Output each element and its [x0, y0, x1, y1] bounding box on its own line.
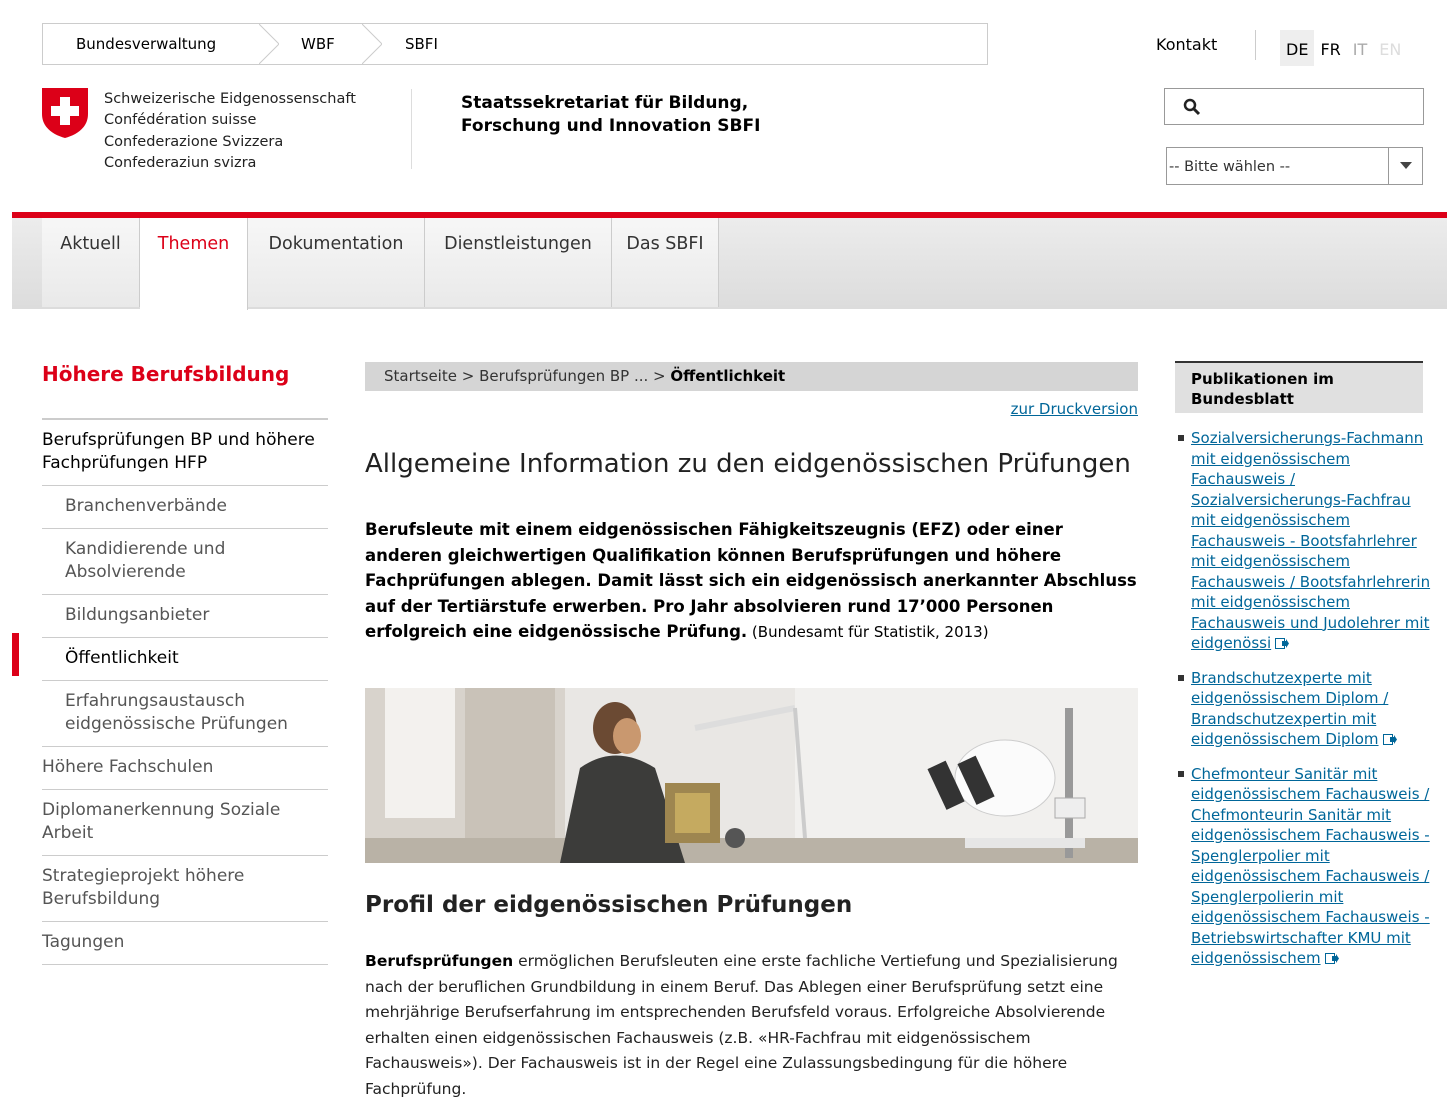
- body-paragraph: Berufsprüfungen ermöglichen Berufsleuten…: [365, 949, 1140, 1102]
- publications-header: Publikationen im Bundesblatt: [1175, 361, 1423, 413]
- list-item: Brandschutzexperte mit eidgenössischem D…: [1178, 668, 1438, 750]
- confederation-names: Schweizerische Eidgenossenschaft Confédé…: [104, 89, 356, 174]
- lang-fr[interactable]: FR: [1314, 30, 1346, 66]
- publication-link[interactable]: Sozialversicherungs-Fachmann mit eidgenö…: [1191, 429, 1430, 652]
- publications-list: Sozialversicherungs-Fachmann mit eidgenö…: [1178, 428, 1438, 983]
- tab-das-sbfi[interactable]: Das SBFI: [612, 218, 719, 307]
- chevron-down-icon[interactable]: [1388, 148, 1422, 184]
- section-title: Profil der eidgenössischen Prüfungen: [365, 892, 853, 918]
- kontakt-link[interactable]: Kontakt: [1156, 35, 1217, 54]
- confed-line: Confederazione Svizzera: [104, 133, 284, 150]
- confed-line: Schweizerische Eidgenossenschaft: [104, 91, 356, 107]
- sidebar-item-erfahrungsaustausch[interactable]: Erfahrungsaustausch eidgenössische Prüfu…: [42, 681, 328, 747]
- list-item: Sozialversicherungs-Fachmann mit eidgenö…: [1178, 428, 1438, 654]
- breadcrumb-label[interactable]: WBF: [301, 35, 335, 53]
- external-link-icon[interactable]: [1275, 638, 1290, 649]
- para-bold: Berufsprüfungen: [365, 952, 514, 970]
- lead-paragraph: Berufsleute mit einem eidgenössischen Fä…: [365, 517, 1140, 646]
- sidebar-item-berufspruefungen[interactable]: Berufsprüfungen BP und höhere Fachprüfun…: [42, 420, 328, 486]
- sidebar-item-strategieprojekt[interactable]: Strategieprojekt höhere Berufsbildung: [42, 856, 328, 922]
- lang-en[interactable]: EN: [1373, 30, 1407, 66]
- lang-de[interactable]: DE: [1280, 30, 1315, 66]
- topic-select[interactable]: -- Bitte wählen --: [1166, 147, 1423, 185]
- breadcrumb-label[interactable]: Bundesverwaltung: [76, 35, 216, 53]
- language-switcher: DE FR IT EN: [1280, 30, 1407, 66]
- breadcrumb-separator-icon: [362, 24, 382, 64]
- page-breadcrumb: Startseite > Berufsprüfungen BP ... > Öf…: [365, 362, 1138, 391]
- sidebar-item-branchenverbaende[interactable]: Branchenverbände: [42, 486, 328, 529]
- sidebar-item-tagungen[interactable]: Tagungen: [42, 922, 328, 965]
- para-text: ermöglichen Berufsleuten eine erste fach…: [365, 952, 1118, 1098]
- select-value[interactable]: -- Bitte wählen --: [1169, 159, 1290, 175]
- publication-link[interactable]: Brandschutzexperte mit eidgenössischem D…: [1191, 669, 1388, 749]
- external-link-icon[interactable]: [1382, 734, 1397, 745]
- swiss-coat-of-arms-icon[interactable]: [42, 88, 88, 138]
- tab-dienstleistungen[interactable]: Dienstleistungen: [425, 218, 612, 307]
- sidebar-item-oeffentlichkeit[interactable]: Öffentlichkeit: [42, 638, 328, 681]
- breadcrumb-item-sbfi[interactable]: SBFI: [382, 24, 438, 64]
- sidebar-nav: Berufsprüfungen BP und höhere Fachprüfun…: [42, 418, 328, 965]
- breadcrumb-label[interactable]: SBFI: [405, 35, 438, 53]
- sidebar-item-diplomanerkennung[interactable]: Diplomanerkennung Soziale Arbeit: [42, 790, 328, 856]
- divider: [1255, 30, 1256, 60]
- divider: [411, 89, 412, 169]
- sidebar-item-hoehere-fachschulen[interactable]: Höhere Fachschulen: [42, 747, 328, 790]
- external-link-icon[interactable]: [1324, 953, 1339, 964]
- current-item-marker: [12, 633, 19, 676]
- tab-dokumentation[interactable]: Dokumentation: [248, 218, 425, 307]
- search-input[interactable]: [1164, 88, 1424, 125]
- dept-line: Forschung und Innovation SBFI: [461, 116, 761, 136]
- search-icon[interactable]: [1183, 98, 1201, 116]
- tab-aktuell[interactable]: Aktuell: [42, 218, 140, 307]
- workshop-photo: [365, 688, 1138, 863]
- confed-line: Confederaziun svizra: [104, 154, 257, 171]
- confed-line: Confédération suisse: [104, 112, 257, 129]
- page-title: Allgemeine Information zu den eidgenössi…: [365, 449, 1131, 479]
- breadcrumb-separator-icon: [259, 24, 279, 64]
- lead-source: (Bundesamt für Statistik, 2013): [747, 623, 989, 641]
- breadcrumb-item-wbf[interactable]: WBF: [279, 24, 382, 64]
- tab-themen[interactable]: Themen: [140, 218, 248, 310]
- sidebar-item-bildungsanbieter[interactable]: Bildungsanbieter: [42, 595, 328, 638]
- sidebar-title: Höhere Berufsbildung: [42, 362, 290, 386]
- breadcrumb-current: Öffentlichkeit: [670, 367, 786, 385]
- list-item: Chefmonteur Sanitär mit eidgenössischem …: [1178, 764, 1438, 969]
- lang-it[interactable]: IT: [1347, 30, 1374, 66]
- top-breadcrumb: Bundesverwaltung WBF SBFI: [42, 23, 988, 65]
- breadcrumb-path[interactable]: Startseite > Berufsprüfungen BP ... >: [384, 367, 670, 385]
- department-name: Staatssekretariat für Bildung, Forschung…: [461, 92, 760, 138]
- print-version-link[interactable]: zur Druckversion: [1011, 400, 1138, 418]
- breadcrumb-item-bundesverwaltung[interactable]: Bundesverwaltung: [43, 24, 279, 64]
- publication-link[interactable]: Chefmonteur Sanitär mit eidgenössischem …: [1191, 765, 1430, 968]
- sidebar-item-kandidierende[interactable]: Kandidierende und Absolvierende: [42, 529, 328, 595]
- dept-line: Staatssekretariat für Bildung,: [461, 93, 749, 113]
